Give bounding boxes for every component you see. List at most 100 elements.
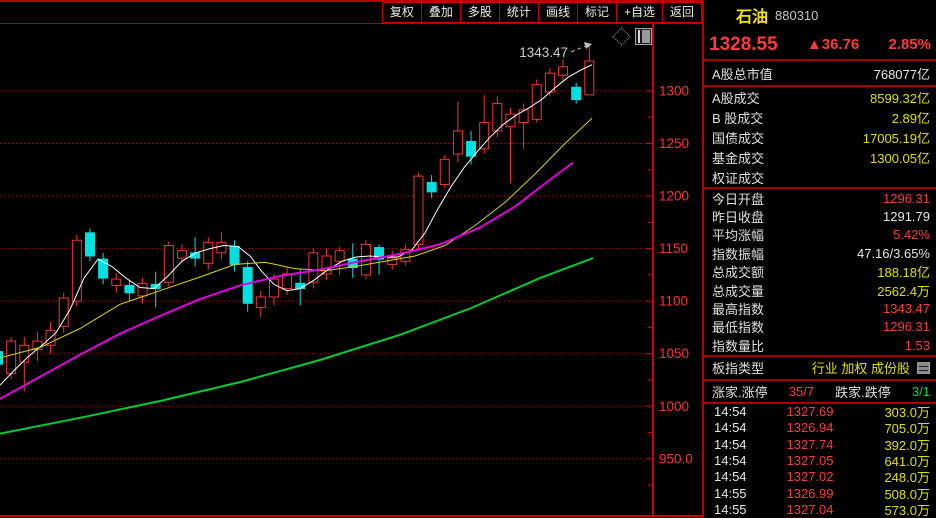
tick-row: 14:541327.74392.0万 — [704, 436, 936, 452]
tick-price: 1327.05 — [764, 453, 856, 468]
index-amplitude-label: 指数振幅 — [712, 244, 764, 263]
y-axis-label: 950.0 — [659, 451, 693, 466]
multi-stock-button[interactable]: 多股 — [460, 2, 500, 23]
a-share-turnover-value: 8599.32亿 — [870, 88, 930, 107]
overlay-button[interactable]: 叠加 — [421, 2, 461, 23]
y-axis-label: 1150 — [659, 241, 688, 256]
y-axis-label: 1200 — [659, 189, 689, 204]
panel-toggle-icon[interactable] — [635, 28, 652, 45]
tick-row: 14:541327.05641.0万 — [704, 452, 936, 468]
stat-row-volume-ratio: 指数量比1.53 — [704, 336, 936, 354]
candle-up — [177, 251, 186, 258]
tick-list[interactable]: 14:541327.69303.0万14:541326.94705.0万14:5… — [704, 404, 936, 518]
diamond-marker-icon[interactable] — [612, 27, 630, 45]
candle-up — [335, 251, 344, 262]
bond-turnover-value: 17005.19亿 — [863, 128, 930, 147]
ma-fast-white — [0, 65, 592, 386]
today-open-value: 1296.31 — [883, 191, 930, 206]
tick-time: 14:54 — [714, 469, 764, 484]
stock-app-window: 1300125012001150110010501000950.01343.47… — [0, 0, 936, 518]
mark-button[interactable]: 标记 — [577, 2, 617, 23]
candle-down — [296, 283, 305, 288]
tick-row: 14:551327.04573.0万 — [704, 501, 936, 517]
avg-change-value: 5.42% — [893, 227, 930, 242]
y-axis-label: 1300 — [659, 84, 689, 99]
stat-row-today-open: 今日开盘1296.31 — [704, 189, 936, 207]
candles-group — [0, 45, 594, 391]
tick-price: 1326.94 — [764, 420, 856, 435]
price-change-pct: 2.85% — [888, 36, 931, 53]
candle-up — [72, 240, 81, 301]
total-turnover-label: 总成交额 — [712, 262, 764, 281]
tick-time: 14:55 — [714, 486, 764, 501]
breadth-row: 涨家.涨停35/7跌家.跌停3/1 — [704, 381, 936, 402]
panel-toggle-icon-fill — [642, 30, 650, 43]
warrant-turnover-label: 权证成交 — [712, 168, 764, 187]
fund-turnover-label: 基金成交 — [712, 148, 764, 167]
price-change: ▲36.76 — [807, 36, 859, 53]
tick-row: 14:541327.02248.0万 — [704, 469, 936, 485]
candle-down — [572, 87, 581, 99]
tick-time: 14:54 — [714, 437, 764, 452]
stat-row-b-share-turnover: B 股成交 2.89亿 — [704, 107, 936, 127]
stat-row-high-index: 最高指数 1343.47 — [704, 299, 936, 317]
grid: 1300125012001150110010501000950.0 — [0, 84, 693, 486]
candle-up — [440, 159, 449, 184]
candle-down — [230, 247, 239, 265]
price-row: 1328.55 ▲36.76 2.85% — [704, 30, 936, 59]
y-axis-label: 1100 — [659, 294, 688, 309]
candle-up — [138, 283, 147, 296]
tick-price: 1327.02 — [764, 469, 856, 484]
adjust-button[interactable]: 复权 — [382, 2, 422, 23]
a-share-market-cap-label: A股总市值 — [712, 64, 773, 83]
candle-up — [256, 297, 265, 308]
tick-row: 14:541326.94705.0万 — [704, 420, 936, 436]
candle-up — [414, 176, 423, 244]
advancers-value: 35/7 — [789, 384, 814, 399]
stat-row-total-volume: 总成交量2562.4万 — [704, 281, 936, 299]
fund-turnover-value: 1300.05亿 — [870, 148, 930, 167]
annotation-arrowhead — [584, 42, 592, 49]
kline-svg: 1300125012001150110010501000950.01343.47 — [0, 0, 702, 518]
stat-row-avg-change: 平均涨幅5.42% — [704, 226, 936, 244]
tick-price: 1327.04 — [764, 502, 856, 517]
add-watchlist-button[interactable]: +自选 — [616, 2, 663, 23]
candle-up — [506, 114, 515, 127]
total-volume-value: 2562.4万 — [877, 281, 930, 300]
stat-row-bond-turnover: 国债成交17005.19亿 — [704, 127, 936, 147]
stat-row-prev-close: 昨日收盘1291.79 — [704, 207, 936, 225]
candle-up — [217, 242, 226, 253]
candle-up — [112, 279, 121, 285]
high-index-value: 1343.47 — [883, 301, 930, 316]
back-button[interactable]: 返回 — [662, 2, 702, 23]
high-index-label: 最高指数 — [712, 299, 764, 318]
candle-up — [59, 298, 68, 326]
tick-price: 1327.69 — [764, 404, 856, 419]
candle-down — [467, 141, 476, 156]
stat-row-total-turnover: 总成交额188.18亿 — [704, 263, 936, 281]
advancers-label: 涨家.涨停 — [712, 382, 768, 401]
stat-row-low-index: 最低指数1296.31 — [704, 318, 936, 336]
statistics-button[interactable]: 统计 — [499, 2, 539, 23]
kline-chart[interactable]: 1300125012001150110010501000950.01343.47 — [0, 0, 702, 518]
volume-ratio-label: 指数量比 — [712, 336, 764, 355]
quote-panel: 石油 880310 1328.55 ▲36.76 2.85% A股总市值7680… — [702, 0, 936, 518]
candle-up — [164, 245, 173, 282]
constituents-grid-icon[interactable] — [917, 362, 930, 374]
b-share-turnover-value: 2.89亿 — [892, 108, 930, 127]
tick-row: 14:551326.99508.0万 — [704, 485, 936, 501]
decliners-label: 跌家.跌停 — [835, 382, 891, 401]
candle-down — [243, 268, 252, 304]
prev-close-value: 1291.79 — [883, 209, 930, 224]
low-index-label: 最低指数 — [712, 317, 764, 336]
candle-up — [559, 67, 568, 75]
b-share-turnover-label: B 股成交 — [712, 108, 763, 127]
board-type-values[interactable]: 行业 加权 成份股 — [812, 358, 910, 377]
candle-down — [427, 182, 436, 191]
candle-up — [519, 110, 528, 123]
candle-up — [269, 279, 278, 297]
candle-down — [85, 233, 94, 256]
chart-toolbar: 复权叠加多股统计画线标记+自选返回 — [0, 0, 702, 24]
instrument-name: 石油 — [736, 3, 768, 27]
draw-line-button[interactable]: 画线 — [538, 2, 578, 23]
